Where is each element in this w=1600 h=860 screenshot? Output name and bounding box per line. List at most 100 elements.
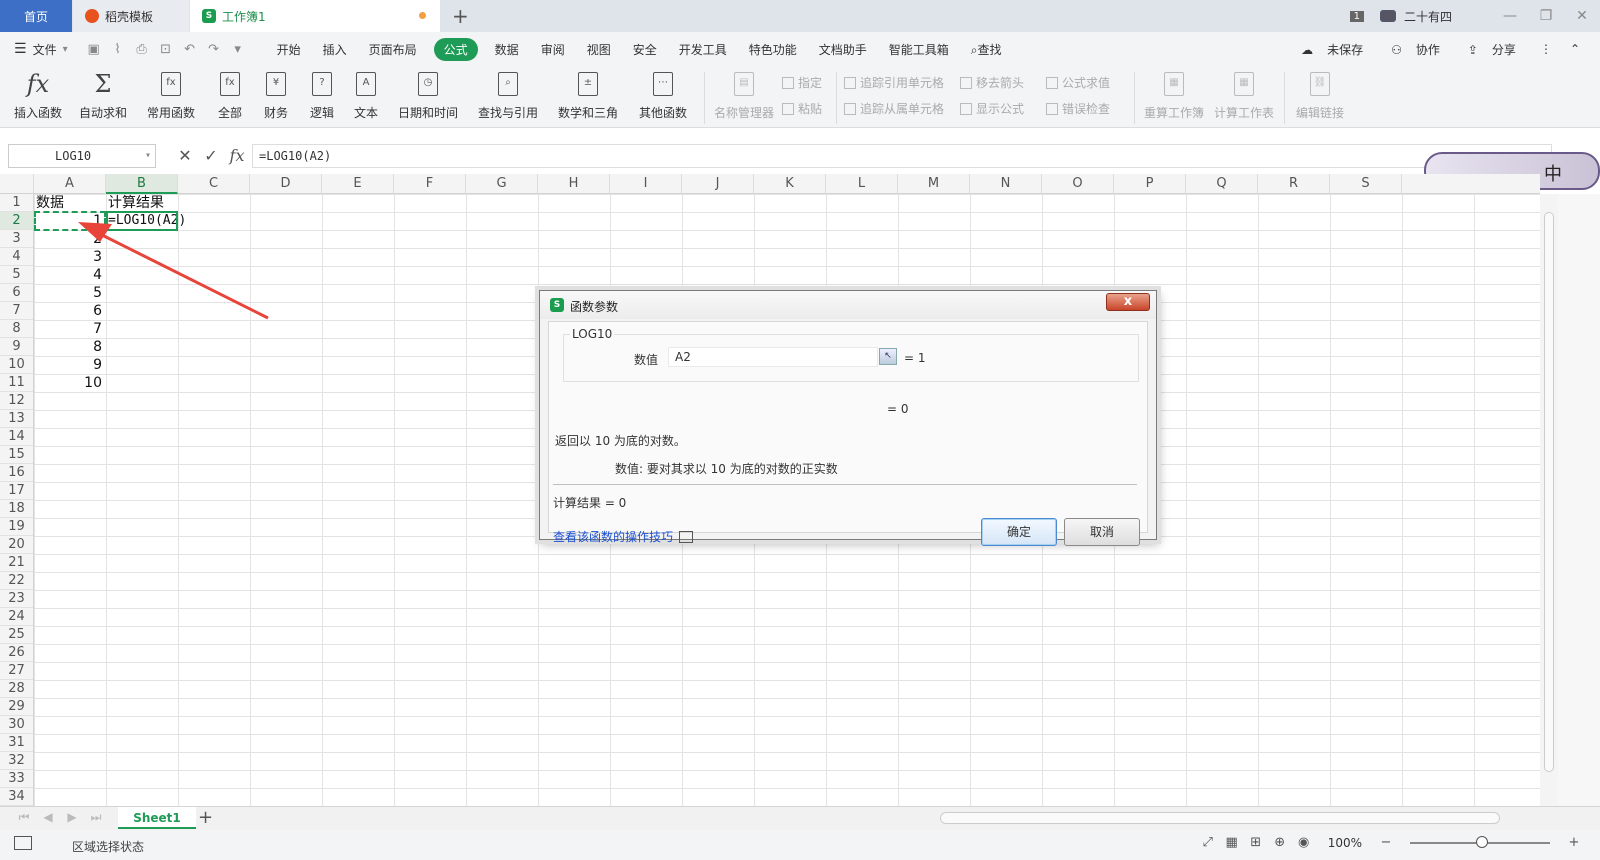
row-header-8[interactable]: 8 — [0, 320, 33, 338]
column-header-Q[interactable]: Q — [1186, 174, 1258, 194]
cancel-button[interactable]: 取消 — [1064, 518, 1140, 546]
cell-A7[interactable]: 6 — [34, 302, 102, 320]
zoom-in-icon[interactable]: + — [1562, 835, 1586, 850]
menu-security[interactable]: 安全 — [633, 41, 657, 58]
argument-input[interactable]: A2 — [668, 347, 878, 367]
datetime-button[interactable]: ◷ 日期和时间 — [392, 68, 464, 121]
row-header-31[interactable]: 31 — [0, 734, 33, 752]
zoom-out-icon[interactable]: − — [1374, 835, 1398, 850]
cell-A5[interactable]: 4 — [34, 266, 102, 284]
cell-A6[interactable]: 5 — [34, 284, 102, 302]
menu-smart-toolbox[interactable]: 智能工具箱 — [889, 41, 949, 58]
row-header-16[interactable]: 16 — [0, 464, 33, 482]
collaborate-button[interactable]: ⚇ 协作 — [1377, 41, 1440, 58]
cell-A1[interactable]: 数据 — [36, 194, 106, 212]
menu-review[interactable]: 审阅 — [541, 41, 565, 58]
close-window-icon[interactable]: ✕ — [1564, 8, 1600, 24]
row-header-5[interactable]: 5 — [0, 266, 33, 284]
cell-A9[interactable]: 8 — [34, 338, 102, 356]
column-header-N[interactable]: N — [970, 174, 1042, 194]
row-header-23[interactable]: 23 — [0, 590, 33, 608]
row-header-24[interactable]: 24 — [0, 608, 33, 626]
menu-features[interactable]: 特色功能 — [749, 41, 797, 58]
row-header-29[interactable]: 29 — [0, 698, 33, 716]
column-header-M[interactable]: M — [898, 174, 970, 194]
file-menu[interactable]: ☰ 文件 ▾ — [14, 41, 68, 58]
dialog-titlebar[interactable]: S 函数参数 x — [540, 291, 1156, 319]
horizontal-scrollbar[interactable] — [940, 812, 1500, 824]
scroll-thumb[interactable] — [1544, 212, 1554, 772]
minimize-icon[interactable]: — — [1492, 8, 1528, 24]
common-functions-button[interactable]: fx 常用函数 — [140, 68, 202, 121]
new-tab-button[interactable]: + — [452, 4, 469, 28]
all-functions-button[interactable]: fx 全部 — [210, 68, 250, 121]
autosum-button[interactable]: Σ 自动求和 — [72, 68, 134, 121]
fullscreen-icon[interactable]: ⤢ — [1196, 835, 1220, 850]
add-sheet-button[interactable]: + — [198, 807, 213, 829]
cancel-formula-icon[interactable]: ✕ — [172, 146, 198, 165]
ok-button[interactable]: 确定 — [981, 518, 1057, 546]
row-header-33[interactable]: 33 — [0, 770, 33, 788]
column-header-D[interactable]: D — [250, 174, 322, 194]
chevron-down-icon[interactable]: ▾ — [145, 145, 151, 167]
row-header-14[interactable]: 14 — [0, 428, 33, 446]
row-header-27[interactable]: 27 — [0, 662, 33, 680]
row-header-2[interactable]: 2 — [0, 212, 33, 230]
normal-view-icon[interactable]: ▦ — [1220, 835, 1244, 850]
next-sheet-icon[interactable]: ▶ — [60, 810, 84, 825]
row-header-20[interactable]: 20 — [0, 536, 33, 554]
column-header-A[interactable]: A — [34, 174, 106, 194]
recalc-workbook-button[interactable]: ▦ 重算工作簿 — [1142, 68, 1206, 121]
show-formulas-button[interactable]: 显示公式 — [960, 100, 1024, 117]
print-icon[interactable]: ⎙ — [130, 42, 154, 57]
cell-B1[interactable]: 计算结果 — [108, 194, 178, 212]
trace-precedents-button[interactable]: 追踪引用单元格 — [844, 74, 944, 91]
cell-A8[interactable]: 7 — [34, 320, 102, 338]
trace-dependents-button[interactable]: 追踪从属单元格 — [844, 100, 944, 117]
column-header-G[interactable]: G — [466, 174, 538, 194]
column-header-E[interactable]: E — [322, 174, 394, 194]
remove-arrows-button[interactable]: 移去箭头 — [960, 74, 1024, 91]
menu-data[interactable]: 数据 — [495, 41, 519, 58]
row-header-32[interactable]: 32 — [0, 752, 33, 770]
row-header-17[interactable]: 17 — [0, 482, 33, 500]
column-header-O[interactable]: O — [1042, 174, 1114, 194]
customize-icon[interactable]: ▾ — [226, 42, 250, 57]
column-header-L[interactable]: L — [826, 174, 898, 194]
column-header-B[interactable]: B — [106, 174, 178, 194]
row-header-1[interactable]: 1 — [0, 194, 33, 212]
edit-links-button[interactable]: ⛓ 编辑链接 — [1292, 68, 1348, 121]
specify-button[interactable]: 指定 — [782, 74, 822, 91]
more-icon[interactable]: ⋮ — [1540, 42, 1552, 56]
collapse-ribbon-icon[interactable]: ⌃ — [1570, 42, 1580, 56]
page-break-view-icon[interactable]: ⊞ — [1244, 835, 1268, 850]
row-header-10[interactable]: 10 — [0, 356, 33, 374]
menu-home[interactable]: 开始 — [277, 41, 301, 58]
tab-home[interactable]: 首页 — [0, 0, 72, 32]
menu-formulas[interactable]: 公式 — [433, 37, 478, 61]
column-header-H[interactable]: H — [538, 174, 610, 194]
name-manager-button[interactable]: ▤ 名称管理器 — [712, 68, 776, 121]
cell-A4[interactable]: 3 — [34, 248, 102, 266]
row-header-3[interactable]: 3 — [0, 230, 33, 248]
menu-search[interactable]: ⌕查找 — [971, 41, 1002, 58]
share-button[interactable]: ⇪ 分享 — [1454, 41, 1516, 58]
undo-icon[interactable]: ↶ — [178, 42, 202, 57]
range-picker-icon[interactable]: ↖ — [879, 348, 897, 365]
window-count-badge[interactable]: 1 — [1349, 10, 1364, 22]
row-header-22[interactable]: 22 — [0, 572, 33, 590]
other-functions-button[interactable]: ⋯ 其他函数 — [632, 68, 694, 121]
save-icon[interactable]: ▣ — [82, 42, 106, 57]
column-header-C[interactable]: C — [178, 174, 250, 194]
row-header-13[interactable]: 13 — [0, 410, 33, 428]
column-header-P[interactable]: P — [1114, 174, 1186, 194]
user-account[interactable]: 二十有四 — [1379, 8, 1452, 25]
column-header-I[interactable]: I — [610, 174, 682, 194]
row-header-26[interactable]: 26 — [0, 644, 33, 662]
calc-sheet-button[interactable]: ▦ 计算工作表 — [1212, 68, 1276, 121]
cell-A3[interactable]: 2 — [34, 230, 102, 248]
row-header-21[interactable]: 21 — [0, 554, 33, 572]
eye-protection-icon[interactable]: ◉ — [1292, 835, 1316, 850]
cell-A11[interactable]: 10 — [34, 374, 102, 392]
error-check-button[interactable]: 错误检查 — [1046, 100, 1110, 117]
